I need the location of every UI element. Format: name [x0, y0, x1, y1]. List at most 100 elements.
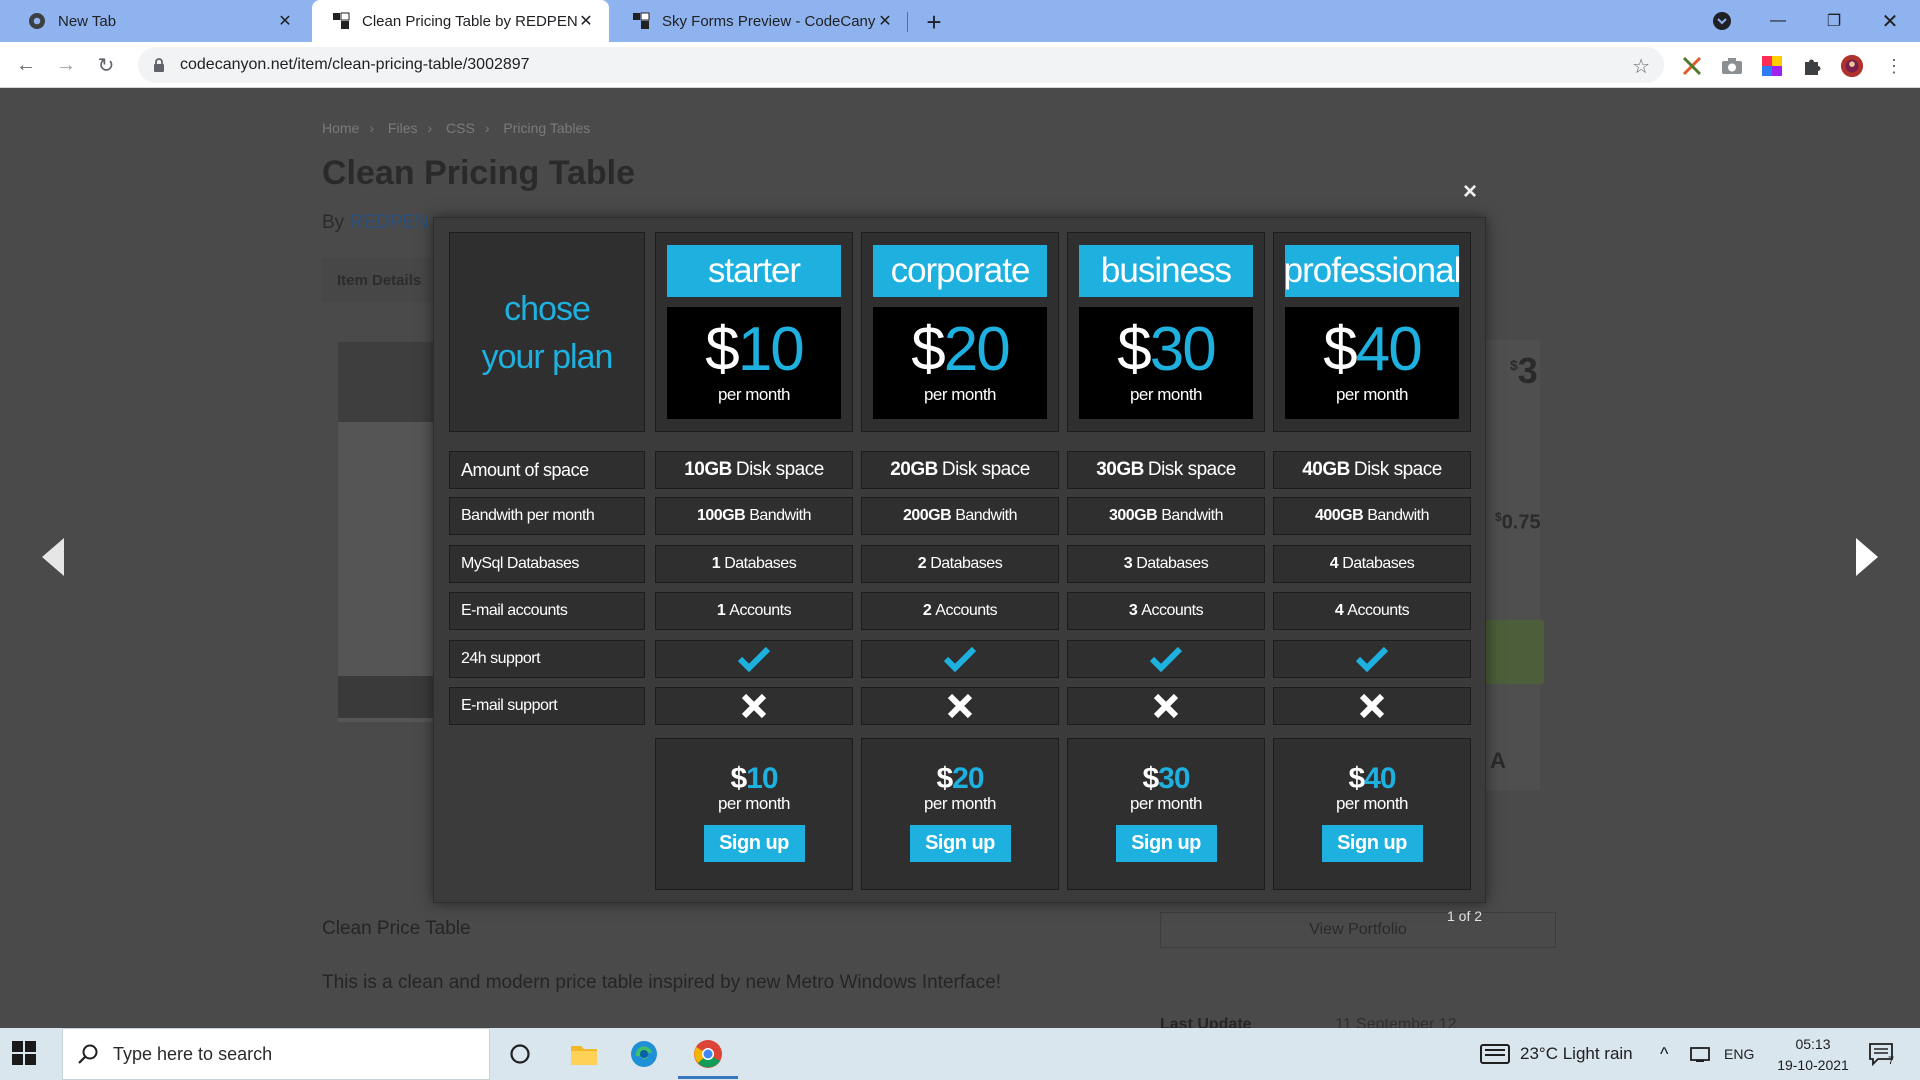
- tab-new-tab[interactable]: New Tab ✕: [8, 0, 308, 42]
- address-bar[interactable]: codecanyon.net/item/clean-pricing-table/…: [138, 47, 1664, 83]
- last-update-value: 11 September 12: [1335, 1016, 1457, 1028]
- description-text: This is a clean and modern price table i…: [322, 972, 1002, 993]
- network-icon[interactable]: [1690, 1028, 1710, 1080]
- windows-taskbar: Type here to search 23°C Light rain ^ EN…: [0, 1028, 1920, 1080]
- byline-prefix: By: [322, 212, 345, 233]
- close-tab-icon[interactable]: ✕: [876, 12, 894, 30]
- preview-button: [338, 676, 446, 718]
- footer-per-month: per month: [923, 794, 997, 813]
- tab-clean-pricing-table[interactable]: Clean Pricing Table by REDPENCIL ✕: [312, 0, 609, 42]
- taskbar-clock[interactable]: 05:13 19-10-2021: [1770, 1034, 1856, 1076]
- heading-line-2: your plan: [481, 338, 614, 376]
- breadcrumb: Home › Files › CSS › Pricing Tables: [322, 120, 591, 136]
- new-tab-button[interactable]: +: [918, 6, 950, 38]
- plan-header-business: business $30 per month: [1067, 232, 1265, 432]
- tab-item-details[interactable]: Item Details: [322, 258, 434, 302]
- view-portfolio-button[interactable]: View Portfolio: [1160, 912, 1556, 948]
- check-icon: [738, 646, 770, 672]
- show-hidden-icons-button[interactable]: ^: [1660, 1028, 1668, 1080]
- feature-cell-email-accounts: 2 Accounts: [861, 592, 1059, 630]
- close-tab-icon[interactable]: ✕: [276, 12, 294, 30]
- feature-cell-email-accounts: 4 Accounts: [1273, 592, 1471, 630]
- footer-price: $10: [730, 762, 778, 795]
- lock-icon: [152, 58, 166, 72]
- plan-name: corporate: [873, 245, 1047, 297]
- codecanyon-icon: [632, 12, 650, 30]
- taskbar-search-box[interactable]: Type here to search: [62, 1028, 490, 1080]
- weather-widget[interactable]: 23°C Light rain: [1480, 1028, 1633, 1080]
- signup-button-starter[interactable]: Sign up: [703, 825, 805, 862]
- bookmark-star-icon[interactable]: ☆: [1632, 54, 1650, 79]
- plan-price: $10 per month: [667, 307, 841, 419]
- minimize-button[interactable]: —: [1750, 0, 1806, 42]
- reload-button[interactable]: ↻: [90, 49, 122, 81]
- browser-menu-button[interactable]: ⋮: [1882, 54, 1906, 78]
- plan-footer-corporate: $20 per month Sign up: [861, 738, 1059, 890]
- signup-button-corporate[interactable]: Sign up: [909, 825, 1011, 862]
- feature-cell-24h-support: [1273, 640, 1471, 678]
- signup-button-business[interactable]: Sign up: [1115, 825, 1217, 862]
- tab-sky-forms[interactable]: Sky Forms Preview - CodeCanyon ✕: [612, 0, 908, 42]
- feature-cell-email-support: [1273, 687, 1471, 725]
- feature-cell-email-support: [655, 687, 853, 725]
- buy-now-button[interactable]: [1476, 620, 1544, 684]
- breadcrumb-pricing-tables[interactable]: Pricing Tables: [503, 120, 590, 136]
- plan-price: $30 per month: [1079, 307, 1253, 419]
- close-window-button[interactable]: ✕: [1862, 0, 1918, 42]
- chrome-taskbar-icon[interactable]: [692, 1038, 724, 1070]
- plan-name: business: [1079, 245, 1253, 297]
- breadcrumb-files[interactable]: Files: [388, 120, 418, 136]
- windows-logo-icon: [12, 1041, 36, 1065]
- last-update-label: Last Update: [1160, 1016, 1252, 1028]
- forward-button[interactable]: →: [50, 49, 82, 81]
- color-picker-icon[interactable]: [1760, 54, 1784, 78]
- notifications-button[interactable]: 7: [1868, 1028, 1894, 1080]
- feature-cell-bandwidth: 400GB Bandwith: [1273, 497, 1471, 535]
- cross-icon: [1153, 693, 1179, 719]
- feature-cell-space: 10GB Disk space: [655, 451, 853, 489]
- arrow-left-icon: [42, 538, 64, 576]
- back-button[interactable]: ←: [10, 49, 42, 81]
- search-placeholder: Type here to search: [113, 1043, 273, 1064]
- feature-label-bandwidth: Bandwith per month: [449, 497, 645, 535]
- tab-title: New Tab: [58, 12, 117, 30]
- plan-footer-starter: $10 per month Sign up: [655, 738, 853, 890]
- windows-start-button[interactable]: [12, 1041, 38, 1067]
- restore-button[interactable]: ❐: [1806, 0, 1862, 42]
- arrow-right-icon: [1856, 538, 1878, 576]
- feature-label-24h-support: 24h support: [449, 640, 645, 678]
- close-tab-icon[interactable]: ✕: [577, 12, 595, 30]
- cortana-icon[interactable]: [504, 1038, 536, 1070]
- camera-icon[interactable]: [1720, 54, 1744, 78]
- active-app-indicator: [678, 1076, 738, 1079]
- extension-tools-icon[interactable]: [1680, 54, 1704, 78]
- tab-search-button[interactable]: [1694, 0, 1750, 42]
- file-explorer-icon[interactable]: [568, 1038, 600, 1070]
- signup-button-professional[interactable]: Sign up: [1321, 825, 1423, 862]
- extensions-puzzle-icon[interactable]: [1800, 54, 1824, 78]
- feature-cell-email-support: [861, 687, 1059, 725]
- language-indicator[interactable]: ENG: [1724, 1028, 1754, 1080]
- page-title: Clean Pricing Table: [322, 154, 636, 192]
- feature-cell-bandwidth: 200GB Bandwith: [861, 497, 1059, 535]
- description-title: Clean Price Table: [322, 918, 471, 939]
- breadcrumb-css[interactable]: CSS: [446, 120, 475, 136]
- preview-header: [338, 342, 446, 422]
- feature-cell-space: 40GB Disk space: [1273, 451, 1471, 489]
- author-link[interactable]: REDPEN: [349, 212, 428, 233]
- profile-avatar[interactable]: [1840, 54, 1864, 78]
- browser-toolbar: ← → ↻ codecanyon.net/item/clean-pricing-…: [0, 42, 1920, 88]
- notification-count: 7: [1888, 1055, 1895, 1067]
- cross-icon: [947, 693, 973, 719]
- previous-image-arrow[interactable]: [38, 536, 78, 586]
- check-icon: [1150, 646, 1182, 672]
- breadcrumb-home[interactable]: Home: [322, 120, 359, 136]
- close-lightbox-button[interactable]: ×: [1458, 178, 1482, 205]
- edge-icon[interactable]: [628, 1038, 660, 1070]
- next-image-arrow[interactable]: [1852, 536, 1892, 586]
- feature-cell-24h-support: [655, 640, 853, 678]
- cross-icon: [1359, 693, 1385, 719]
- feature-cell-databases: 4 Databases: [1273, 545, 1471, 583]
- byline: By REDPEN: [322, 212, 429, 234]
- feature-cell-bandwidth: 300GB Bandwith: [1067, 497, 1265, 535]
